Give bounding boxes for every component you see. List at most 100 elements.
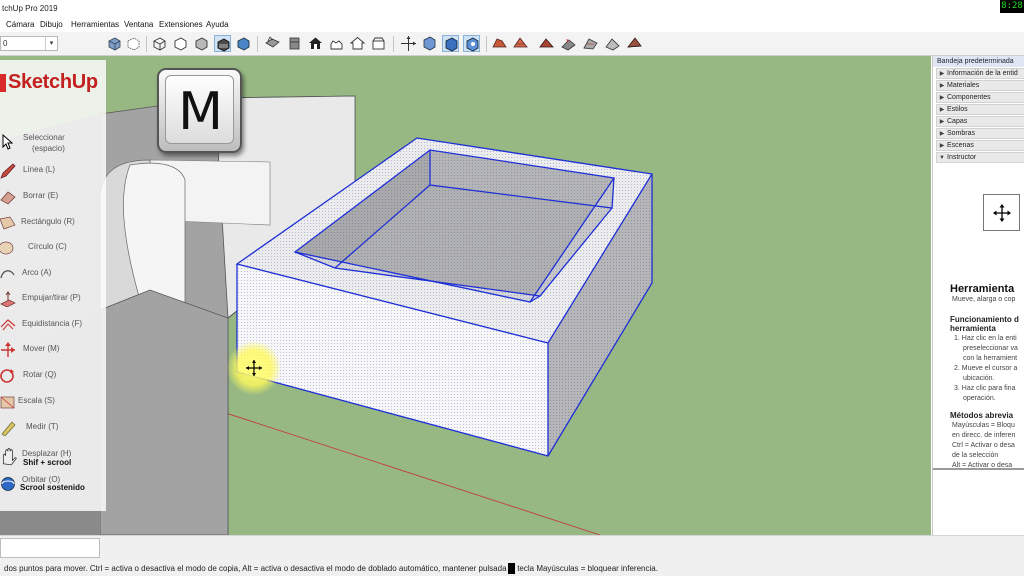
stamp-icon[interactable] xyxy=(560,35,577,52)
tool-arc[interactable]: Arco (A) xyxy=(0,265,106,287)
expand-arrow-icon: ▶ xyxy=(939,107,945,113)
panel-layers[interactable]: ▶ Capas xyxy=(936,116,1024,127)
measurements-box[interactable] xyxy=(0,538,100,558)
tool-rotate[interactable]: Rotar (Q) xyxy=(0,367,106,389)
instructor-shortcut: Ctrl = Activar o desa xyxy=(952,442,1015,449)
scene-canvas[interactable] xyxy=(0,56,931,535)
expand-arrow-icon: ▶ xyxy=(939,83,945,89)
tool-line[interactable]: Línea (L) xyxy=(0,162,106,184)
tool-pan[interactable]: Desplazar (H) Shif + scrool xyxy=(0,446,106,472)
shaded-textures-icon[interactable] xyxy=(214,35,231,52)
select-arrow-icon xyxy=(2,134,14,150)
pressed-key-label: M xyxy=(178,82,223,142)
instructor-step: preseleccionar va xyxy=(963,345,1018,352)
tool-offset[interactable]: Equidistancia (F) xyxy=(0,316,106,338)
sandbox-contours-icon[interactable] xyxy=(491,35,508,52)
instructor-step: 2. Mueve el cursor a xyxy=(954,365,1018,372)
tool-tape-measure[interactable]: Medir (T) xyxy=(0,419,106,441)
title-bar: tchUp Pro 2019 8:28 xyxy=(0,0,1024,18)
panel-instructor[interactable]: ▼ Instructor xyxy=(936,152,1024,163)
tool-select[interactable]: Seleccionar (espacio) xyxy=(0,131,106,157)
tray-scrollbar[interactable] xyxy=(933,468,1024,470)
instructor-summary: Mueve, alarga o cop xyxy=(952,296,1016,303)
tool-rectangle[interactable]: Rectángulo (R) xyxy=(0,214,106,236)
logo-mark-icon xyxy=(0,74,6,92)
tray-title: Bandeja predeterminada xyxy=(933,56,1024,67)
tool-circle[interactable]: Círculo (C) xyxy=(0,239,106,261)
modeling-viewport[interactable] xyxy=(0,56,931,535)
tool-eraser[interactable]: Borrar (E) xyxy=(0,188,106,210)
panel-scenes[interactable]: ▶ Escenas xyxy=(936,140,1024,151)
expand-arrow-icon: ▶ xyxy=(939,143,945,149)
smoove-icon[interactable] xyxy=(538,35,555,52)
monochrome-icon[interactable] xyxy=(235,35,252,52)
hidden-line-icon[interactable] xyxy=(172,35,189,52)
panel-styles[interactable]: ▶ Estilos xyxy=(936,104,1024,115)
sketchup-logo: SketchUp xyxy=(0,67,106,101)
top-view-icon[interactable] xyxy=(286,35,303,52)
status-hint: dos puntos para mover. Ctrl = activa o d… xyxy=(4,564,658,573)
collapse-arrow-icon: ▼ xyxy=(939,155,945,161)
instructor-preview xyxy=(983,194,1020,231)
add-detail-icon[interactable] xyxy=(604,35,621,52)
instructor-step: 1. Haz clic en la enti xyxy=(954,335,1017,342)
instructor-step: con la herramient xyxy=(963,355,1018,362)
tool-orbit[interactable]: Orbitar (O) Scrool sostenido xyxy=(0,472,106,498)
menu-ventana[interactable]: Ventana xyxy=(124,20,153,29)
menu-camara[interactable]: Cámara xyxy=(6,20,34,29)
component-outline-icon[interactable] xyxy=(125,35,142,52)
section-fill-icon[interactable] xyxy=(463,35,480,52)
axes-icon[interactable] xyxy=(400,35,417,52)
drape-icon[interactable] xyxy=(582,35,599,52)
pan-icon xyxy=(2,448,17,466)
instructor-step: ubicación. xyxy=(963,375,995,382)
window-title: tchUp Pro 2019 xyxy=(2,4,58,13)
layer-combo[interactable]: 0 ▾ xyxy=(0,36,58,51)
menu-extensiones[interactable]: Extensiones xyxy=(159,20,203,29)
pressed-key-indicator: M xyxy=(157,68,242,153)
left-view-icon[interactable] xyxy=(370,35,387,52)
material-cube-icon[interactable] xyxy=(106,35,123,52)
flip-edge-icon[interactable] xyxy=(626,35,643,52)
sketchup-window: tchUp Pro 2019 8:28 Cámara Dibujo Herram… xyxy=(0,0,1024,576)
default-tray: Bandeja predeterminada ▶ Información de l… xyxy=(932,56,1024,535)
back-view-icon[interactable] xyxy=(349,35,366,52)
panel-components[interactable]: ▶ Componentes xyxy=(936,92,1024,103)
layer-combo-value: 0 xyxy=(3,39,8,48)
panel-shadows[interactable]: ▶ Sombras xyxy=(936,128,1024,139)
pencil-icon xyxy=(0,163,16,179)
tool-scale[interactable]: Escala (S) xyxy=(0,393,106,415)
chevron-down-icon[interactable]: ▾ xyxy=(45,37,57,50)
tool-move[interactable]: Mover (M) xyxy=(0,341,106,363)
menu-herramientas[interactable]: Herramientas xyxy=(71,20,119,29)
menu-dibujo[interactable]: Dibujo xyxy=(40,20,63,29)
sandbox-scratch-icon[interactable] xyxy=(512,35,529,52)
instructor-shortcut: Mayúsculas = Bloqu xyxy=(952,422,1015,429)
section-cut-icon[interactable] xyxy=(442,35,459,52)
instructor-shortcut: de la selección xyxy=(952,452,999,459)
instructor-shortcut: en direcc. de inferen xyxy=(952,432,1016,439)
offset-icon xyxy=(0,319,16,331)
tool-push-pull[interactable]: Empujar/tirar (P) xyxy=(0,290,106,312)
main-toolbar: 0 ▾ xyxy=(0,32,1024,56)
move-icon xyxy=(1,342,15,357)
shaded-icon[interactable] xyxy=(193,35,210,52)
orbit-icon xyxy=(1,477,15,491)
instructor-tool-title: Herramienta xyxy=(950,283,1015,295)
instructor-step: 3. Haz clic para fina xyxy=(954,385,1016,392)
section-plane-icon[interactable] xyxy=(421,35,438,52)
front-view-icon[interactable] xyxy=(307,35,324,52)
instructor-shortcuts-heading: Métodos abrevia xyxy=(950,411,1014,420)
expand-arrow-icon: ▶ xyxy=(939,95,945,101)
panel-entity-info[interactable]: ▶ Información de la entid xyxy=(936,68,1024,79)
xray-icon[interactable] xyxy=(151,35,168,52)
iso-view-icon[interactable] xyxy=(264,35,281,52)
menu-ayuda[interactable]: Ayuda xyxy=(206,20,229,29)
right-view-icon[interactable] xyxy=(328,35,345,52)
text-caret xyxy=(508,563,515,574)
status-bar: dos puntos para mover. Ctrl = activa o d… xyxy=(0,535,1024,576)
expand-arrow-icon: ▶ xyxy=(939,71,945,77)
instructor-step: operación. xyxy=(963,395,996,402)
panel-materials[interactable]: ▶ Materiales xyxy=(936,80,1024,91)
rectangle-icon xyxy=(0,216,16,230)
